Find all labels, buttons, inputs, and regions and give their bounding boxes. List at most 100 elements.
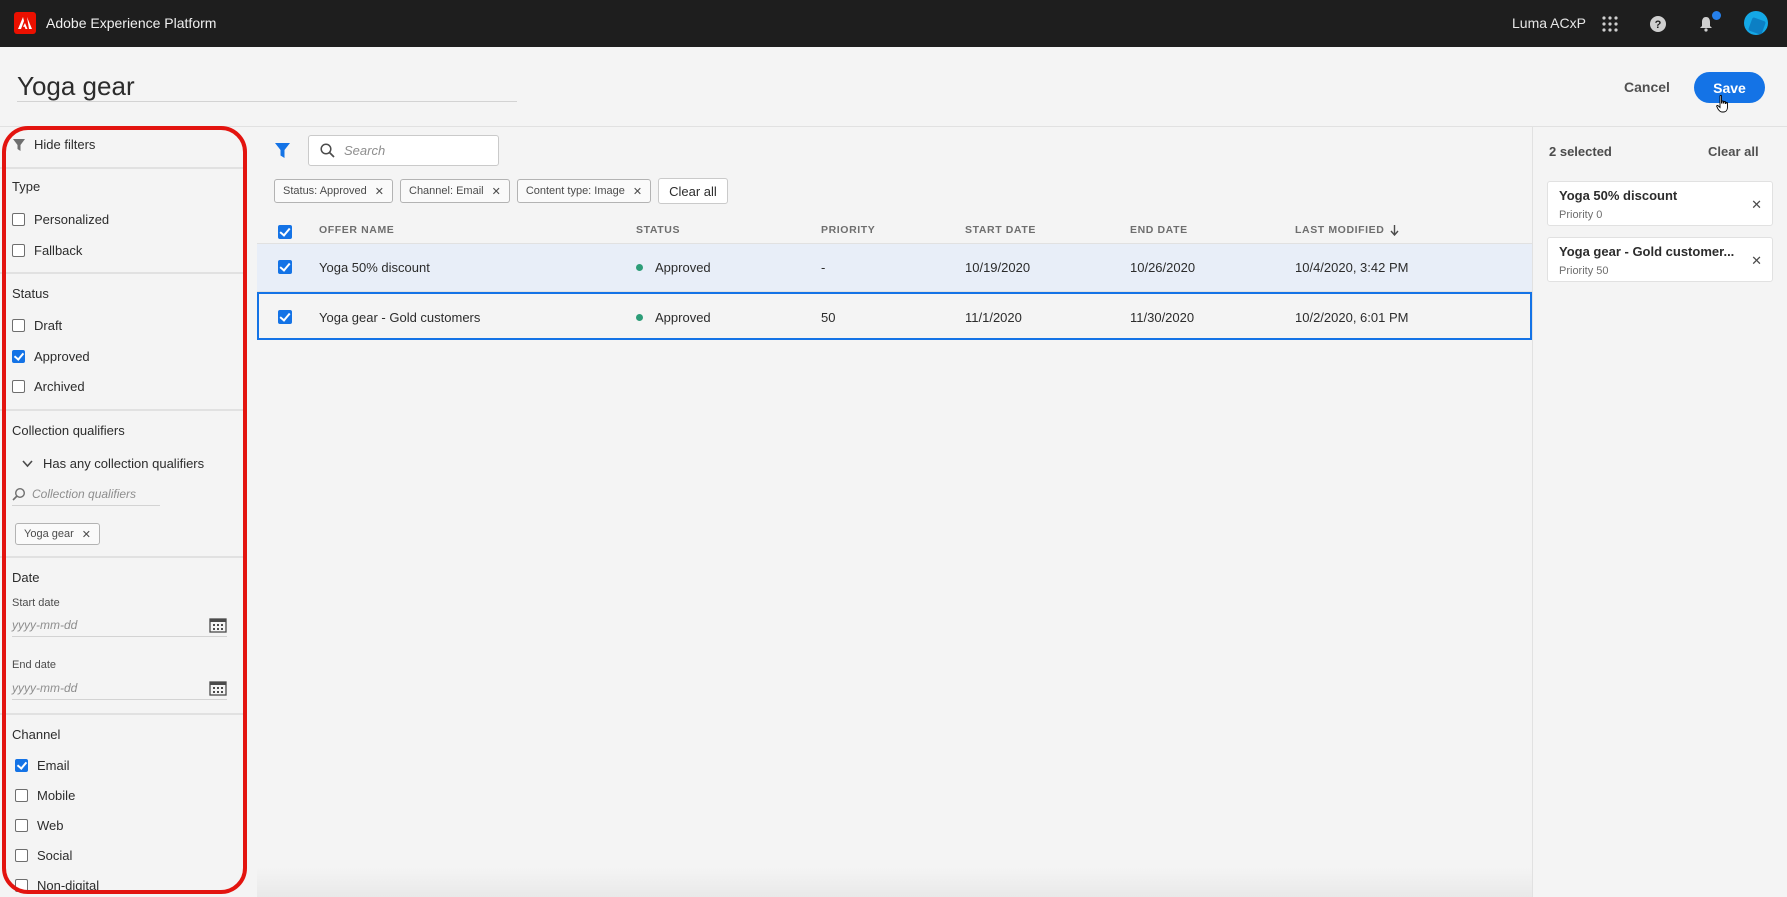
hand-cursor-icon: [1716, 95, 1728, 113]
column-label: LAST MODIFIED: [1295, 224, 1385, 236]
offers-table: OFFER NAME STATUS PRIORITY START DATE EN…: [257, 220, 1532, 340]
table-header: OFFER NAME STATUS PRIORITY START DATE EN…: [257, 220, 1532, 244]
last-modified-cell: 10/4/2020, 3:42 PM: [1295, 259, 1409, 275]
filter-chip[interactable]: Channel: Email ✕: [400, 179, 510, 203]
search-placeholder: Collection qualifiers: [32, 486, 137, 501]
remove-selection-icon[interactable]: ✕: [1751, 197, 1762, 213]
app-title[interactable]: Adobe Experience Platform: [46, 15, 216, 31]
start-date-field[interactable]: yyyy-mm-dd: [12, 613, 227, 637]
qualifier-tag[interactable]: Yoga gear ✕: [15, 523, 100, 545]
remove-tag-icon[interactable]: ✕: [82, 528, 91, 541]
end-date-field[interactable]: yyyy-mm-dd: [12, 676, 227, 700]
svg-text:?: ?: [1655, 19, 1662, 31]
checkbox-box[interactable]: [15, 789, 28, 802]
checkbox-label: Mobile: [37, 788, 76, 803]
status-archived-checkbox[interactable]: Archived: [12, 379, 85, 394]
selected-offer-priority: Priority 50: [1559, 265, 1609, 277]
adobe-logo-icon[interactable]: [14, 12, 36, 34]
scroll-shadow: [257, 867, 1532, 897]
remove-chip-icon[interactable]: ✕: [492, 185, 501, 198]
start-date-label: Start date: [12, 597, 60, 609]
column-status[interactable]: STATUS: [636, 224, 680, 236]
channel-non-digital-checkbox[interactable]: Non-digital: [15, 878, 99, 893]
last-modified-cell: 10/2/2020, 6:01 PM: [1295, 309, 1409, 325]
collection-qualifiers-search[interactable]: Collection qualifiers: [12, 482, 160, 506]
start-date-placeholder: yyyy-mm-dd: [12, 617, 78, 632]
status-draft-checkbox[interactable]: Draft: [12, 318, 62, 333]
checkbox-box[interactable]: [12, 213, 25, 226]
help-icon[interactable]: ?: [1647, 13, 1669, 35]
channel-web-checkbox[interactable]: Web: [15, 818, 64, 833]
end-date-placeholder: yyyy-mm-dd: [12, 680, 78, 695]
calendar-icon[interactable]: [209, 617, 227, 633]
column-start-date[interactable]: START DATE: [965, 224, 1036, 236]
org-switcher[interactable]: Luma ACxP: [1512, 15, 1586, 31]
clear-all-filters-button[interactable]: Clear all: [658, 178, 728, 204]
chip-label: Content type: Image: [525, 185, 625, 197]
chip-label: Channel: Email: [409, 185, 484, 197]
row-checkbox[interactable]: [278, 294, 292, 340]
qualifier-mode-dropdown[interactable]: Has any collection qualifiers: [22, 456, 204, 471]
checkbox-box[interactable]: [15, 759, 28, 772]
channel-social-checkbox[interactable]: Social: [15, 848, 72, 863]
table-row[interactable]: Yoga gear - Gold customers Approved 50 1…: [257, 292, 1532, 340]
checkbox-box[interactable]: [15, 879, 28, 892]
search-input[interactable]: Search: [308, 135, 499, 166]
filter-chip[interactable]: Status: Approved ✕: [274, 179, 393, 203]
column-end-date[interactable]: END DATE: [1130, 224, 1188, 236]
remove-selection-icon[interactable]: ✕: [1751, 253, 1762, 269]
checkbox-box[interactable]: [12, 244, 25, 257]
column-priority[interactable]: PRIORITY: [821, 224, 875, 236]
select-all-checkbox[interactable]: [278, 225, 292, 239]
qualifier-mode-label: Has any collection qualifiers: [43, 456, 205, 471]
row-checkbox[interactable]: [278, 244, 292, 290]
divider: [0, 167, 246, 169]
search-icon: [12, 487, 26, 501]
calendar-icon[interactable]: [209, 680, 227, 696]
channel-mobile-checkbox[interactable]: Mobile: [15, 788, 75, 803]
status-section-title: Status: [12, 286, 49, 301]
avatar[interactable]: [1744, 11, 1768, 35]
search-icon: [320, 143, 335, 158]
divider: [0, 556, 246, 558]
remove-chip-icon[interactable]: ✕: [375, 185, 384, 198]
checkbox-label: Social: [37, 848, 73, 863]
checkbox-box[interactable]: [12, 350, 25, 363]
filter-toggle-icon[interactable]: [274, 142, 291, 159]
remove-chip-icon[interactable]: ✕: [633, 185, 642, 198]
type-fallback-checkbox[interactable]: Fallback: [12, 243, 82, 258]
clear-selection-button[interactable]: Clear all: [1708, 144, 1759, 159]
apps-grid-icon[interactable]: [1599, 13, 1621, 35]
checkbox-label: Draft: [34, 318, 63, 333]
end-date-label: End date: [12, 659, 57, 671]
filter-icon: [13, 138, 25, 151]
selected-offer-card: Yoga gear - Gold customer... Priority 50…: [1547, 237, 1773, 282]
status-label: Approved: [655, 259, 711, 275]
page-title[interactable]: Yoga gear: [17, 71, 135, 102]
checkbox-box[interactable]: [12, 319, 25, 332]
hide-filters-label: Hide filters: [34, 137, 96, 152]
selected-count: 2 selected: [1549, 144, 1612, 159]
checkbox-label: Non-digital: [37, 878, 100, 893]
type-section-title: Type: [12, 179, 41, 194]
chip-label: Status: Approved: [283, 185, 367, 197]
channel-email-checkbox[interactable]: Email: [15, 758, 70, 773]
filter-chip[interactable]: Content type: Image ✕: [516, 179, 652, 203]
offers-table-area: Search Status: Approved ✕ Channel: Email ✕…: [257, 127, 1532, 897]
hide-filters-button[interactable]: Hide filters: [12, 137, 95, 152]
selected-offer-name: Yoga 50% discount: [1559, 188, 1678, 203]
checkbox-box[interactable]: [12, 380, 25, 393]
selection-panel: 2 selected Clear all Yoga 50% discount P…: [1532, 127, 1787, 897]
column-last-modified[interactable]: LAST MODIFIED: [1295, 224, 1399, 236]
cancel-button[interactable]: Cancel: [1610, 71, 1684, 103]
selected-offer-name: Yoga gear - Gold customer...: [1559, 244, 1735, 259]
divider: [0, 713, 246, 715]
status-approved-checkbox[interactable]: Approved: [12, 349, 90, 364]
checkbox-box[interactable]: [15, 849, 28, 862]
end-date-cell: 11/30/2020: [1130, 309, 1195, 325]
column-offer-name[interactable]: OFFER NAME: [319, 224, 394, 236]
sort-descending-icon[interactable]: [1390, 224, 1399, 236]
table-row[interactable]: Yoga 50% discount Approved - 10/19/2020 …: [257, 244, 1532, 292]
checkbox-box[interactable]: [15, 819, 28, 832]
type-personalized-checkbox[interactable]: Personalized: [12, 212, 109, 227]
